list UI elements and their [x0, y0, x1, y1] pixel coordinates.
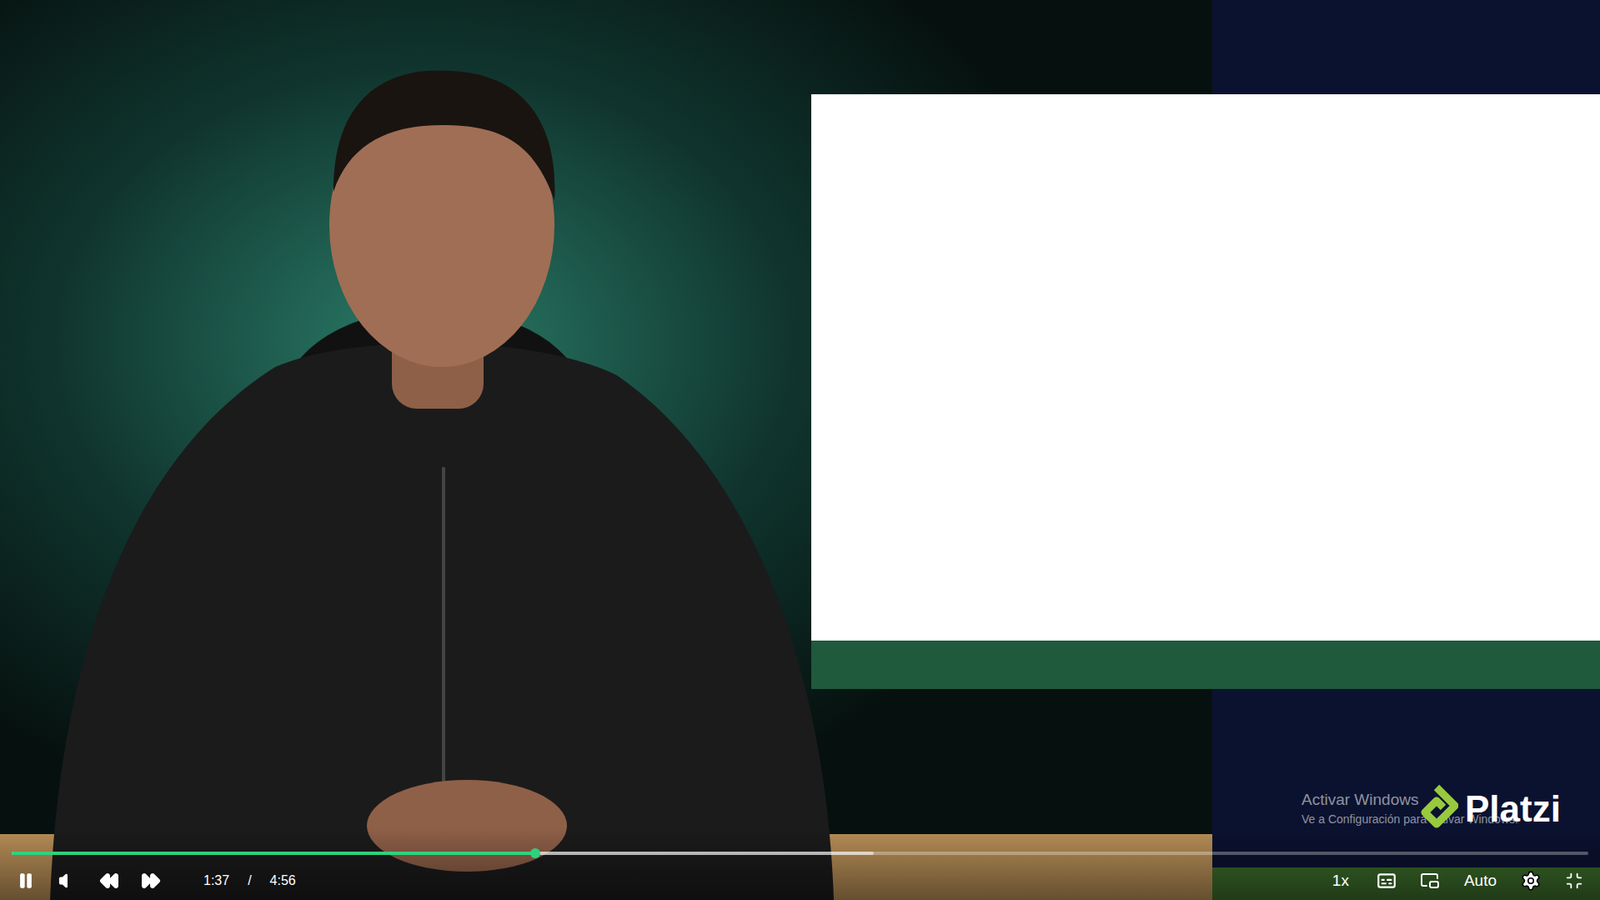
progress-knob[interactable] [530, 847, 541, 858]
played-fill [11, 851, 536, 855]
fullscreen-button[interactable] [1559, 866, 1589, 895]
quality-button[interactable]: Auto [1459, 867, 1502, 893]
rewind-button[interactable] [95, 866, 124, 895]
time-separator: / [247, 872, 251, 888]
volume-icon [58, 871, 77, 890]
gear-icon [1519, 869, 1542, 892]
play-pause-button[interactable] [11, 866, 41, 895]
current-time: 1:37 [203, 872, 230, 888]
settings-button[interactable] [1516, 866, 1545, 895]
captions-icon [1375, 869, 1398, 892]
progress-bar[interactable] [11, 851, 1589, 855]
rewind-icon [99, 870, 120, 891]
forward-icon [140, 870, 161, 891]
control-row: 1:37 / 4:56 1x Auto [11, 866, 1589, 895]
picture-in-picture-icon [1419, 870, 1440, 891]
time-display: 1:37 / 4:56 [203, 872, 296, 888]
volume-button[interactable] [53, 866, 82, 895]
speed-button[interactable]: 1x [1324, 867, 1358, 893]
captions-button[interactable] [1372, 866, 1401, 895]
pause-icon [16, 871, 36, 890]
duration: 4:56 [270, 872, 296, 888]
logo-text: Platzi [1464, 787, 1561, 830]
video-player[interactable]: Activar WindowsVe a Configuración para a… [0, 0, 1600, 900]
exit-fullscreen-icon [1564, 871, 1584, 890]
picture-in-picture-button[interactable] [1415, 866, 1445, 895]
player-controls: 1:37 / 4:56 1x Auto [0, 826, 1600, 900]
forward-button[interactable] [136, 866, 166, 895]
video-frame[interactable] [0, 0, 1600, 900]
